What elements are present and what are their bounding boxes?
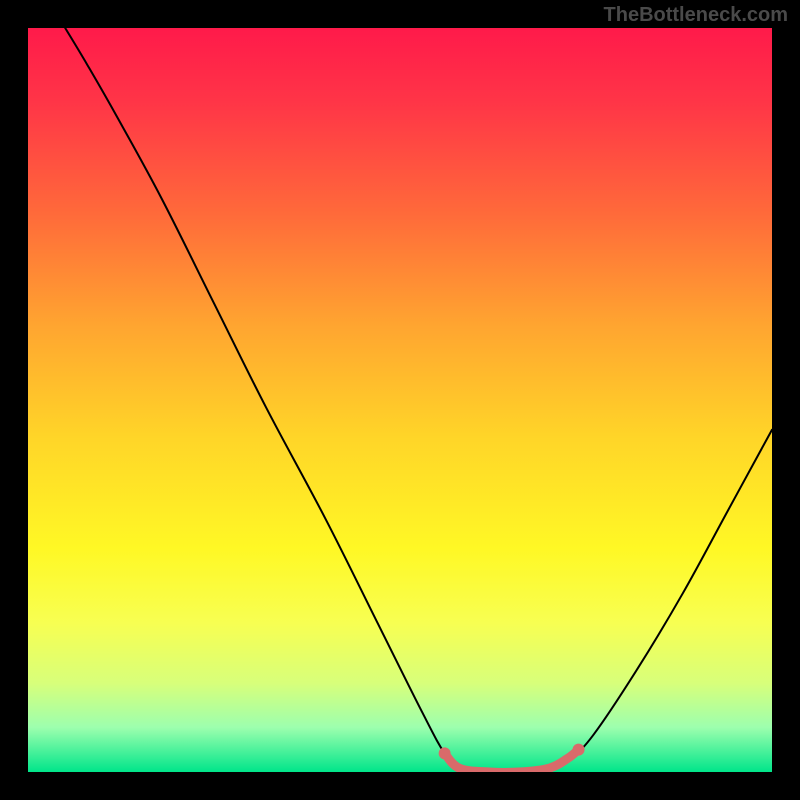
chart-svg <box>28 28 772 772</box>
gradient-background <box>28 28 772 772</box>
chart-container: TheBottleneck.com <box>0 0 800 800</box>
plot-area <box>28 28 772 772</box>
optimal-start-dot <box>439 747 451 759</box>
watermark-text: TheBottleneck.com <box>604 4 788 27</box>
optimal-end-dot <box>573 744 585 756</box>
